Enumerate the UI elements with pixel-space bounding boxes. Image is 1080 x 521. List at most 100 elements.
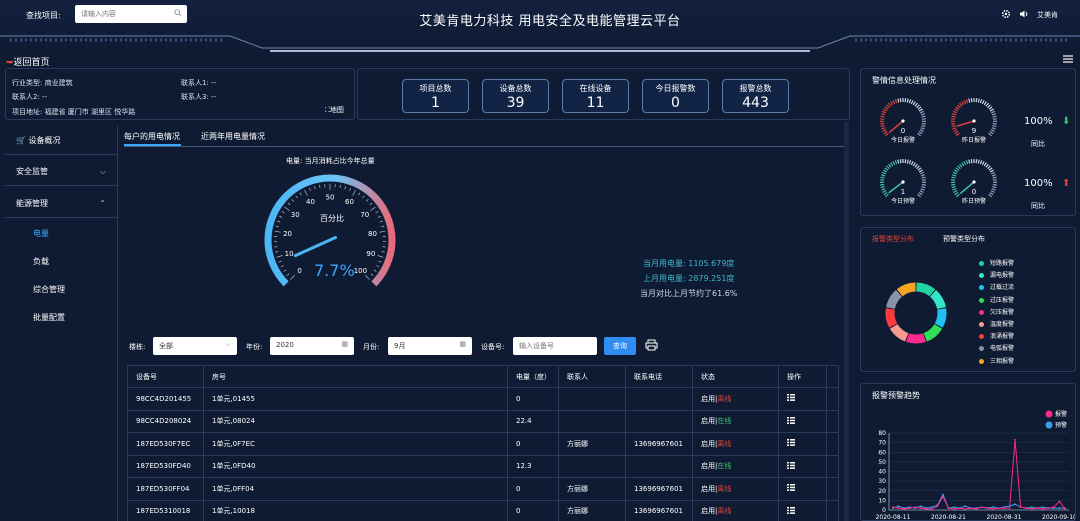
tab-monthly-usage[interactable]: 每户的用电情况 [124, 131, 180, 142]
status-cell: 启用|离线 [692, 499, 779, 521]
mini-gauge-value: 9 [972, 127, 976, 135]
data-point [908, 507, 911, 509]
sidebar-item-general[interactable]: 综合管理 [5, 275, 118, 304]
mini-gauge-tick [988, 106, 993, 110]
gauge-value: 7.7% [314, 261, 355, 280]
status-cell: 启用|离线 [692, 477, 779, 501]
list-detail-icon[interactable] [787, 439, 795, 447]
list-detail-icon[interactable] [787, 484, 795, 492]
legend-item[interactable]: 过压报警 [979, 295, 1014, 304]
mini-gauge-tick [880, 183, 885, 186]
alarm-ratio-label: 同比 [1031, 140, 1045, 148]
search-box[interactable] [75, 5, 187, 23]
gauge-tick [375, 211, 379, 214]
year-select[interactable]: 2020 ▦ [270, 337, 354, 355]
sidebar-item-batch[interactable]: 批量配置 [5, 303, 118, 332]
gauge-tick [286, 273, 290, 276]
legend-item[interactable]: 三相报警 [979, 356, 1014, 365]
legend-item[interactable]: 过载过流 [979, 282, 1014, 291]
mini-gauge-tick [989, 191, 994, 196]
mini-gauge-tick [892, 161, 896, 166]
gauge-tick-label: 30 [291, 211, 300, 219]
y-tick-label: 70 [878, 440, 886, 447]
map-button[interactable]: ⛶地图 [325, 105, 344, 115]
search-icon[interactable] [174, 9, 182, 17]
back-home-link[interactable]: ➥返回首页 [6, 55, 50, 68]
data-point [897, 507, 900, 509]
back-home-label: 返回首页 [13, 58, 50, 68]
building-select[interactable]: 全部 ⌵ [153, 337, 237, 355]
mini-gauge-tick [991, 127, 996, 130]
month-select[interactable]: 9月 ▦ [388, 337, 472, 355]
data-point [930, 506, 933, 509]
mini-gauge-tick [992, 122, 997, 125]
mini-gauge-tick [880, 174, 886, 177]
search-input[interactable] [81, 8, 171, 20]
status-badge: 离线 [717, 507, 732, 516]
sidebar-item-device-overview[interactable]: 🛒 设备概况 [5, 126, 118, 155]
power-cell: 0 [507, 387, 559, 411]
tab-two-year-usage[interactable]: 近两年用电量情况 [201, 131, 265, 142]
mini-gauge-tick [979, 160, 983, 165]
mini-gauge-tick [951, 183, 956, 186]
phone-cell [625, 387, 693, 411]
room-cell: 1单元,01455 [203, 387, 508, 411]
gauge-tick [295, 195, 298, 199]
today-warning-label: 今日预警 [890, 198, 915, 205]
legend-item[interactable]: 欠压报警 [979, 307, 1014, 316]
contact-cell [558, 454, 626, 478]
mini-gauge-tick [883, 130, 888, 135]
list-detail-icon[interactable] [787, 461, 795, 469]
status-enabled[interactable]: 启用| [701, 462, 717, 470]
operation-cell [778, 477, 827, 501]
data-point [1030, 508, 1033, 510]
mini-gauge-tick [914, 163, 918, 168]
status-enabled[interactable]: 启用| [701, 485, 717, 493]
legend-label: 预警 [1055, 421, 1067, 429]
status-enabled[interactable]: 启用| [701, 417, 717, 425]
mini-gauge-tick [920, 127, 925, 130]
data-point [947, 507, 950, 509]
mini-gauge-tick [881, 171, 887, 175]
mini-gauge-tick [880, 186, 885, 189]
legend-item[interactable]: 短路报警 [979, 258, 1014, 267]
list-detail-icon[interactable] [787, 416, 795, 424]
gear-icon[interactable] [1001, 9, 1011, 19]
sidebar-item-power[interactable]: 电量 [5, 219, 118, 248]
tab-alarm-type[interactable]: 报警类型分布 [872, 234, 914, 244]
trend-chart-title: 报警预警趋势 [872, 391, 920, 400]
status-enabled[interactable]: 启用| [701, 507, 717, 515]
mini-gauge-tick [910, 100, 914, 105]
mini-gauge-tick [952, 110, 958, 114]
scrollbar[interactable] [844, 122, 849, 521]
query-button[interactable]: 查询 [604, 337, 636, 355]
mini-gauge-tick [951, 113, 957, 116]
tab-warning-type[interactable]: 预警类型分布 [943, 234, 985, 244]
list-detail-icon[interactable] [787, 506, 795, 514]
status-enabled[interactable]: 启用| [701, 395, 717, 403]
list-detail-icon[interactable] [787, 394, 795, 402]
data-point [914, 506, 917, 509]
print-icon[interactable] [645, 339, 658, 351]
donut-slice [906, 333, 926, 344]
gauge-tick [279, 215, 283, 218]
sidebar-item-load[interactable]: 负载 [5, 247, 118, 276]
menu-icon[interactable] [1062, 54, 1074, 64]
legend-label: 过压报警 [990, 296, 1015, 304]
gauge-tick [290, 275, 295, 280]
mini-gauge-tick [921, 122, 926, 125]
sidebar-item-safety[interactable]: 安全监管 ⌵ [5, 157, 118, 186]
device-number-input[interactable] [513, 337, 597, 355]
username[interactable]: 艾美肯 [1037, 10, 1058, 20]
legend-item[interactable]: 浪涌报警 [979, 331, 1014, 340]
stat-project-total: 项目总数 1 [402, 79, 469, 113]
legend-item[interactable]: 电弧报警 [979, 343, 1014, 352]
sidebar-item-energy[interactable]: 能源管理 ⌃ [5, 189, 118, 218]
legend-item[interactable]: 温度报警 [979, 319, 1014, 328]
status-enabled[interactable]: 启用| [701, 440, 717, 448]
legend-item[interactable]: 漏电报警 [979, 270, 1014, 279]
speaker-icon[interactable] [1019, 9, 1029, 19]
mini-gauge-tick [910, 161, 914, 166]
mini-gauge-tick [951, 174, 957, 177]
y-tick-label: 0 [882, 507, 886, 514]
